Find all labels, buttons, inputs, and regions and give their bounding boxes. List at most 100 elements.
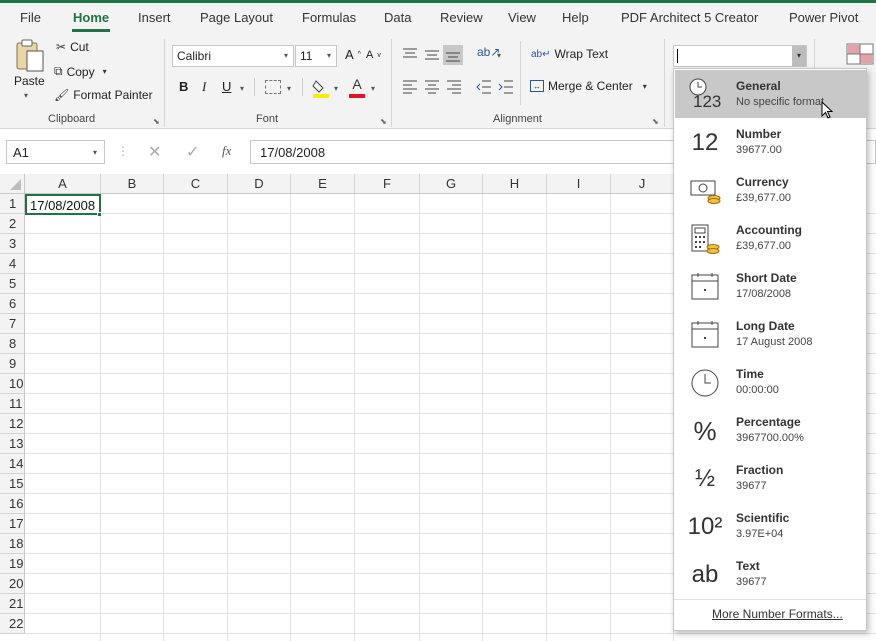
column-header-d[interactable]: D [228, 174, 291, 194]
font-color-dropdown-icon[interactable]: ▾ [371, 84, 375, 93]
format-painter-button[interactable]: 🖌 Format Painter [54, 88, 153, 102]
row-header-1[interactable]: 1 [0, 194, 25, 214]
bold-button[interactable]: B [179, 79, 188, 94]
paste-button[interactable]: Paste [14, 74, 45, 88]
tab-insert[interactable]: Insert [138, 10, 171, 25]
italic-button[interactable]: I [202, 79, 206, 95]
row-header-22[interactable]: 22 [0, 614, 25, 634]
row-header-12[interactable]: 12 [0, 414, 25, 434]
number-format-box[interactable] [673, 45, 807, 67]
tab-file[interactable]: File [20, 10, 41, 25]
format-option-currency[interactable]: Currency £39,677.00 [675, 166, 866, 214]
borders-dropdown-icon[interactable]: ▾ [287, 84, 291, 93]
tab-formulas[interactable]: Formulas [302, 10, 356, 25]
format-option-short-date[interactable]: Short Date 17/08/2008 [675, 262, 866, 310]
middle-align-icon[interactable] [424, 48, 440, 62]
column-header-b[interactable]: B [101, 174, 164, 194]
borders-icon[interactable] [265, 80, 281, 94]
tab-power-pivot[interactable]: Power Pivot [789, 10, 858, 25]
fill-color-dropdown-icon[interactable]: ▾ [334, 84, 338, 93]
tab-home[interactable]: Home [73, 10, 109, 25]
align-right-icon[interactable] [446, 80, 462, 94]
column-header-a[interactable]: A [25, 174, 101, 194]
clipboard-launcher-icon[interactable]: ⬊ [153, 117, 160, 126]
formula-bar-grip-icon[interactable]: ⋮ [117, 144, 129, 158]
row-header-16[interactable]: 16 [0, 494, 25, 514]
row-header-11[interactable]: 11 [0, 394, 25, 414]
more-number-formats-link[interactable]: More Number Formats... [712, 607, 843, 621]
column-header-f[interactable]: F [355, 174, 420, 194]
row-header-18[interactable]: 18 [0, 534, 25, 554]
tab-pdf-architect[interactable]: PDF Architect 5 Creator [621, 10, 758, 25]
row-header-20[interactable]: 20 [0, 574, 25, 594]
cancel-icon[interactable]: ✕ [148, 142, 161, 162]
select-all-corner[interactable] [0, 174, 25, 194]
tab-page-layout[interactable]: Page Layout [200, 10, 273, 25]
orientation-dropdown-icon[interactable]: ▾ [497, 51, 501, 60]
column-header-c[interactable]: C [164, 174, 228, 194]
row-header-6[interactable]: 6 [0, 294, 25, 314]
fill-handle[interactable] [97, 212, 102, 217]
row-header-7[interactable]: 7 [0, 314, 25, 334]
row-header-3[interactable]: 3 [0, 234, 25, 254]
number-format-dropdown-icon[interactable]: ▾ [792, 46, 806, 66]
name-box-dropdown-icon[interactable]: ▾ [93, 148, 97, 157]
fill-color-icon[interactable] [312, 78, 330, 98]
column-header-h[interactable]: H [483, 174, 547, 194]
row-header-8[interactable]: 8 [0, 334, 25, 354]
align-center-icon[interactable] [424, 80, 440, 94]
format-option-number[interactable]: 12 Number 39677.00 [675, 118, 866, 166]
font-name-box[interactable]: Calibri [172, 45, 294, 67]
format-option-text[interactable]: ab Text 39677 [675, 550, 866, 598]
format-option-scientific[interactable]: 10² Scientific 3.97E+04 [675, 502, 866, 550]
cut-button[interactable]: ✂ Cut [56, 40, 89, 54]
row-header-21[interactable]: 21 [0, 594, 25, 614]
insert-function-button[interactable]: fx [222, 143, 231, 159]
row-header-4[interactable]: 4 [0, 254, 25, 274]
font-name-dropdown-icon[interactable]: ▾ [284, 51, 288, 60]
copy-dropdown-icon[interactable]: ▾ [103, 67, 107, 76]
row-header-15[interactable]: 15 [0, 474, 25, 494]
format-option-fraction[interactable]: ½ Fraction 39677 [675, 454, 866, 502]
grow-font-button[interactable]: A ^ [345, 47, 361, 62]
font-size-dropdown-icon[interactable]: ▾ [327, 51, 331, 60]
active-cell-a1[interactable]: 17/08/2008 [25, 194, 101, 215]
tab-data[interactable]: Data [384, 10, 411, 25]
top-align-icon[interactable] [402, 48, 418, 62]
underline-button[interactable]: U [222, 79, 231, 94]
enter-check-icon[interactable]: ✓ [186, 142, 199, 162]
conditional-formatting-icon[interactable] [846, 43, 876, 67]
wrap-text-button[interactable]: ab↵ Wrap Text [531, 47, 608, 61]
row-header-17[interactable]: 17 [0, 514, 25, 534]
alignment-launcher-icon[interactable]: ⬊ [652, 117, 659, 126]
align-left-icon[interactable] [402, 80, 418, 94]
font-launcher-icon[interactable]: ⬊ [380, 117, 387, 126]
row-header-13[interactable]: 13 [0, 434, 25, 454]
row-header-10[interactable]: 10 [0, 374, 25, 394]
column-header-g[interactable]: G [420, 174, 483, 194]
row-header-14[interactable]: 14 [0, 454, 25, 474]
copy-button[interactable]: ⧉ Copy ▾ [54, 64, 107, 79]
name-box[interactable]: A1 [6, 140, 105, 164]
merge-center-button[interactable]: ↔ Merge & Center ▾ [530, 79, 647, 93]
column-header-e[interactable]: E [291, 174, 355, 194]
tab-view[interactable]: View [508, 10, 536, 25]
row-header-19[interactable]: 19 [0, 554, 25, 574]
column-header-i[interactable]: I [547, 174, 611, 194]
underline-dropdown-icon[interactable]: ▾ [240, 84, 244, 93]
paste-dropdown-icon[interactable]: ▾ [24, 91, 28, 100]
shrink-font-button[interactable]: Av [366, 49, 381, 61]
column-header-j[interactable]: J [611, 174, 674, 194]
format-option-long-date[interactable]: Long Date 17 August 2008 [675, 310, 866, 358]
decrease-indent-icon[interactable] [476, 80, 492, 94]
tab-review[interactable]: Review [440, 10, 483, 25]
merge-dropdown-icon[interactable]: ▾ [643, 82, 647, 91]
font-color-button[interactable]: A [348, 76, 366, 98]
bottom-align-icon[interactable] [443, 45, 463, 65]
row-header-9[interactable]: 9 [0, 354, 25, 374]
row-header-5[interactable]: 5 [0, 274, 25, 294]
format-option-general[interactable]: 123 General No specific format [675, 70, 866, 118]
tab-help[interactable]: Help [562, 10, 589, 25]
row-header-2[interactable]: 2 [0, 214, 25, 234]
format-option-time[interactable]: Time 00:00:00 [675, 358, 866, 406]
